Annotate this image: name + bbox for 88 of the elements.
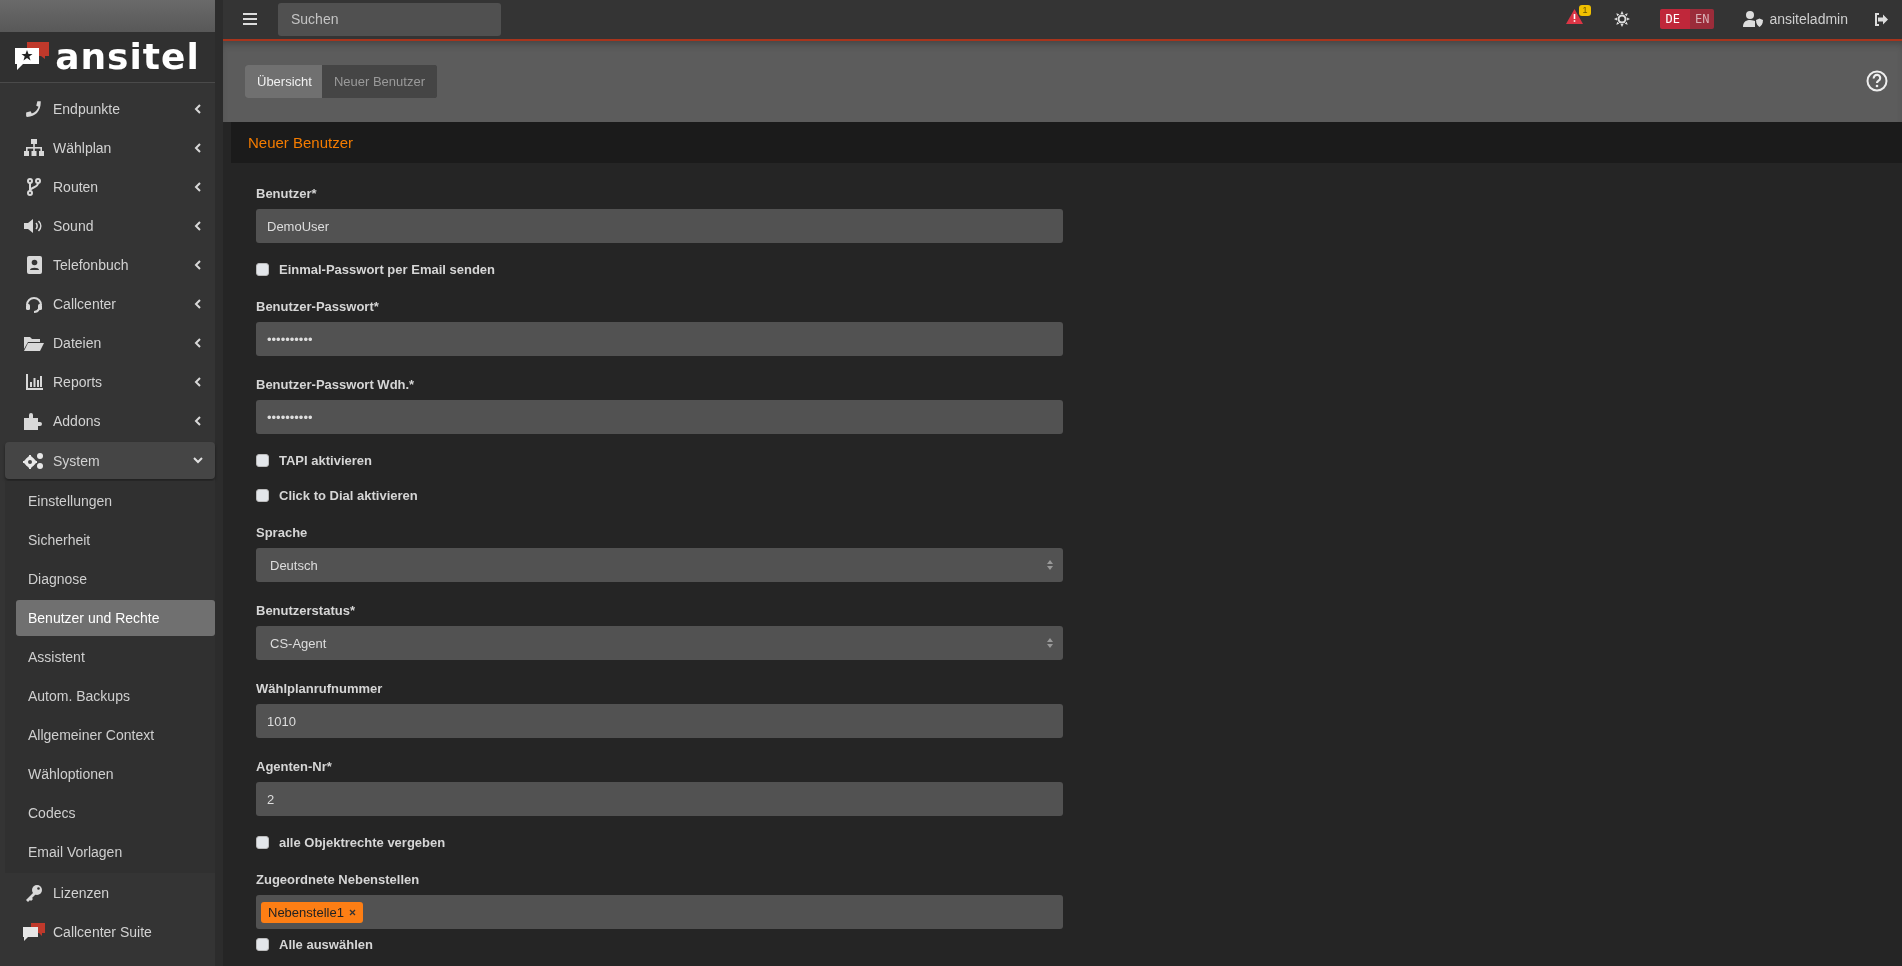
nav-item[interactable]: Addons	[5, 401, 215, 440]
submenu-item[interactable]: Codecs	[5, 793, 215, 832]
logout-icon[interactable]	[1874, 12, 1888, 26]
bar-chart-icon	[25, 373, 43, 390]
nav-item[interactable]: Lizenzen	[5, 873, 215, 912]
card-title: Neuer Benutzer	[248, 134, 354, 151]
input-field[interactable]: 2	[256, 782, 1063, 816]
input-field[interactable]: 1010	[256, 704, 1063, 738]
help-icon[interactable]	[1866, 70, 1888, 93]
checkbox[interactable]	[256, 938, 269, 951]
nav-item[interactable]: Dateien	[5, 323, 215, 362]
tag-input-field[interactable]: Nebenstelle1	[256, 895, 1063, 929]
user-shield-icon	[1743, 11, 1764, 28]
checkbox[interactable]	[256, 263, 269, 276]
tab[interactable]: Übersicht	[245, 64, 322, 98]
submenu-item[interactable]: Allgemeiner Context	[5, 715, 215, 754]
field-label: Benutzer-Passwort Wdh.*	[256, 377, 416, 392]
key-icon	[25, 883, 43, 902]
remove-icon[interactable]	[348, 908, 356, 916]
field-label: Benutzer*	[256, 186, 318, 201]
chevron-left-icon	[193, 102, 203, 115]
input-field[interactable]: ••••••••••	[256, 322, 1063, 356]
nav-item[interactable]: Wählplan	[5, 128, 215, 167]
nav-item[interactable]: Callcenter Suite	[5, 912, 215, 951]
checkbox[interactable]	[256, 454, 269, 467]
nav-item[interactable]: Sound	[5, 206, 215, 245]
select-field[interactable]: Deutsch	[256, 548, 1063, 582]
phone-icon	[25, 99, 43, 118]
submenu-item[interactable]: Email Vorlagen	[5, 832, 215, 871]
submenu-item[interactable]: Benutzer und Rechte	[16, 600, 215, 636]
chevron-left-icon	[193, 414, 203, 427]
chevron-left-icon	[193, 219, 203, 232]
tag-chip[interactable]: Nebenstelle1	[261, 901, 363, 923]
field-label: Agenten-Nr*	[256, 759, 333, 774]
logo-icon	[15, 42, 52, 72]
checkbox-label: Einmal-Passwort per Email senden	[279, 262, 496, 277]
sitemap-icon	[24, 138, 44, 157]
field-label: Sprache	[256, 525, 309, 540]
submenu-item[interactable]: Sicherheit	[5, 520, 215, 559]
sort-arrows-icon	[1047, 560, 1053, 570]
language-toggle[interactable]: EN	[1689, 9, 1715, 30]
submenu-item[interactable]: Wähloptionen	[5, 754, 215, 793]
checkbox-label: Click to Dial aktivieren	[279, 488, 418, 503]
speaker-icon	[24, 217, 44, 234]
checkbox-label: alle Objektrechte vergeben	[279, 835, 446, 850]
folder-icon	[24, 334, 44, 351]
chevron-left-icon	[193, 258, 203, 271]
submenu-item[interactable]: Einstellungen	[5, 481, 215, 520]
sun-icon[interactable]	[1614, 11, 1631, 28]
headset-icon	[25, 294, 43, 313]
submenu-item[interactable]: Autom. Backups	[5, 676, 215, 715]
select-field[interactable]: CS-Agent	[256, 626, 1063, 660]
chevron-left-icon	[193, 336, 203, 349]
alert-count-badge: 1	[1579, 5, 1591, 17]
nav-item[interactable]: System	[5, 442, 215, 479]
chevron-left-icon	[193, 141, 203, 154]
search-field[interactable]: Suchen	[278, 2, 501, 36]
contact-book-icon	[26, 255, 42, 274]
nav-item[interactable]: Callcenter	[5, 284, 215, 323]
puzzle-icon	[24, 411, 44, 430]
field-label: Benutzerstatus*	[256, 603, 356, 618]
checkbox[interactable]	[256, 836, 269, 849]
field-label: Benutzer-Passwort*	[256, 299, 380, 314]
input-field[interactable]: ••••••••••	[256, 400, 1063, 434]
gears-icon	[23, 451, 45, 470]
chevron-left-icon	[193, 297, 203, 310]
field-label: Wählplanrufnummer	[256, 681, 384, 696]
checkbox-label: Alle auswählen	[279, 937, 373, 952]
nav-item[interactable]: Routen	[5, 167, 215, 206]
chevron-left-icon	[193, 180, 203, 193]
nav-item[interactable]: Endpunkte	[5, 89, 215, 128]
submenu-item[interactable]: Diagnose	[5, 559, 215, 598]
sort-arrows-icon	[1047, 638, 1053, 648]
logo-text: ansitel	[55, 39, 200, 75]
nav-item[interactable]: Telefonbuch	[5, 245, 215, 284]
submenu-item[interactable]: Assistent	[5, 637, 215, 676]
warning-icon[interactable]	[1566, 9, 1584, 25]
chevron-left-icon	[193, 375, 203, 388]
user-name[interactable]: ansiteladmin	[1769, 11, 1848, 28]
menu-icon[interactable]	[243, 12, 259, 27]
input-field[interactable]: DemoUser	[256, 209, 1063, 243]
nav-item[interactable]: Reports	[5, 362, 215, 401]
chat-bubbles-icon	[23, 922, 45, 941]
checkbox-label: TAPI aktivieren	[279, 453, 372, 468]
field-label: Zugeordnete Nebenstellen	[256, 872, 421, 887]
language-toggle[interactable]: DE	[1660, 9, 1690, 30]
checkbox[interactable]	[256, 489, 269, 502]
branch-icon	[27, 177, 41, 196]
